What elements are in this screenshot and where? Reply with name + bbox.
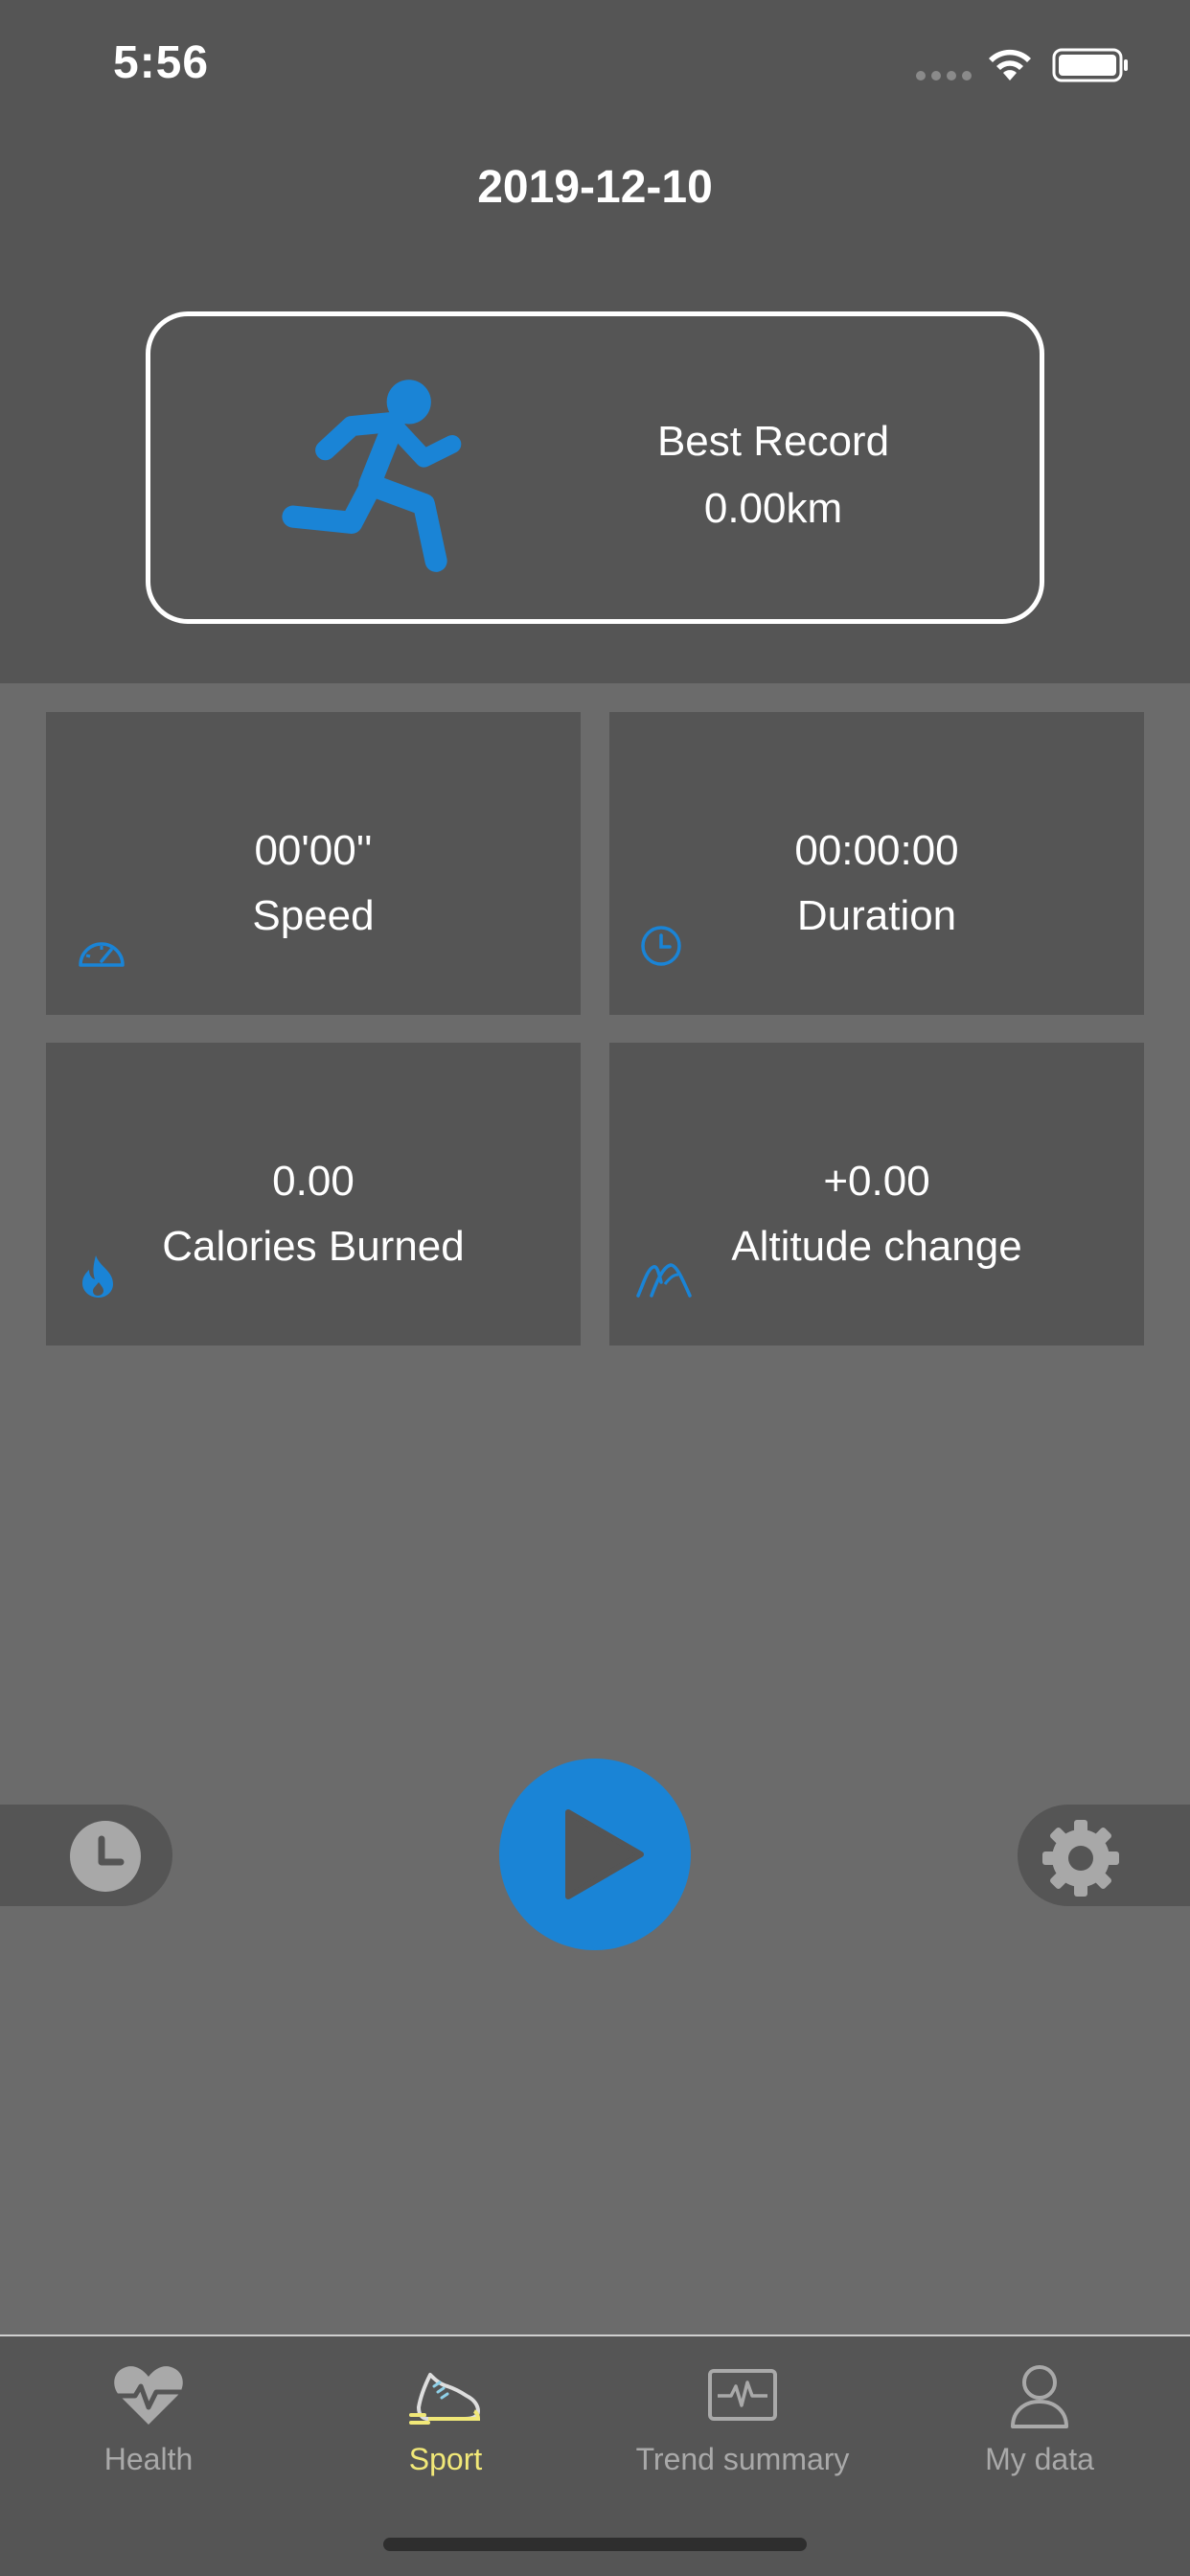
tab-my-data[interactable]: My data <box>891 2336 1188 2490</box>
shoe-icon <box>409 2373 481 2425</box>
status-time: 5:56 <box>113 37 210 88</box>
status-bar: 5:56 <box>0 0 1190 125</box>
header: 5:56 2019-12-10 Best Record 0.00km <box>0 0 1190 683</box>
tab-health-label: Health <box>103 2442 194 2476</box>
history-clock-icon <box>70 1821 141 1892</box>
best-record-card[interactable]: Best Record 0.00km <box>146 311 1044 624</box>
tab-my-data-label: My data <box>985 2442 1094 2476</box>
tab-trend-summary[interactable]: Trend summary <box>594 2336 891 2490</box>
tab-sport[interactable]: Sport <box>297 2336 594 2490</box>
runner-icon <box>282 380 462 572</box>
stat-card-calories: 0.00 Calories Burned <box>46 1043 581 1346</box>
best-record-label: Best Record <box>656 418 890 465</box>
mountain-icon <box>636 1263 692 1298</box>
speedometer-icon <box>79 942 125 967</box>
sport-screen: 5:56 2019-12-10 Best Record 0.00km 00'00… <box>0 0 1190 2576</box>
tab-health[interactable]: Health <box>0 2336 297 2490</box>
trend-monitor-icon <box>708 2369 777 2421</box>
duration-label: Duration <box>796 892 957 939</box>
best-record-value: 0.00km <box>703 485 843 532</box>
speed-value: 00'00'' <box>254 827 373 874</box>
start-workout-button[interactable] <box>499 1759 691 1950</box>
tab-sport-label: Sport <box>408 2442 483 2476</box>
duration-value: 00:00:00 <box>794 827 959 874</box>
person-icon <box>1011 2365 1068 2428</box>
battery-icon <box>1052 48 1128 82</box>
stat-card-altitude: +0.00 Altitude change <box>609 1043 1144 1346</box>
clock-icon <box>641 926 681 966</box>
wifi-icon <box>989 49 1031 80</box>
calories-label: Calories Burned <box>162 1223 465 1270</box>
tab-trend-summary-label: Trend summary <box>635 2442 850 2476</box>
gear-icon <box>1042 1820 1119 1897</box>
play-icon <box>565 1809 644 1899</box>
home-indicator[interactable] <box>383 2538 807 2551</box>
settings-button[interactable] <box>1018 1805 1190 1906</box>
history-button[interactable] <box>0 1805 172 1906</box>
cellular-signal-icon <box>916 71 972 80</box>
altitude-value: +0.00 <box>823 1158 930 1205</box>
stat-card-speed: 00'00'' Speed <box>46 712 581 1015</box>
flame-icon <box>82 1255 113 1298</box>
calories-value: 0.00 <box>272 1158 355 1205</box>
date-title: 2019-12-10 <box>477 162 713 213</box>
stat-card-duration: 00:00:00 Duration <box>609 712 1144 1015</box>
heart-pulse-icon <box>114 2366 183 2425</box>
